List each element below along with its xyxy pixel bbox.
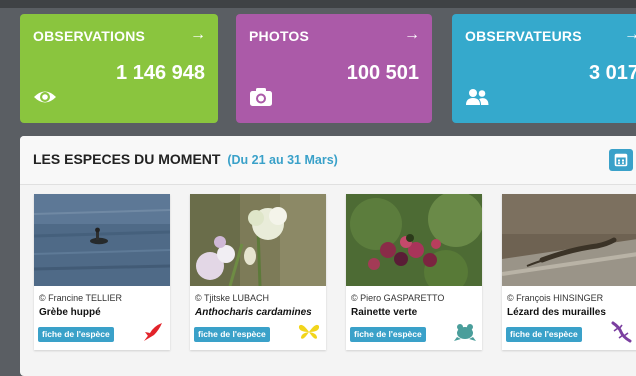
species-name: Grèbe huppé	[39, 307, 101, 318]
species-card[interactable]: © Francine TELLIER Grèbe huppé fiche de …	[34, 194, 170, 350]
panel-header: LES ESPECES DU MOMENT (Du 21 au 31 Mars)	[20, 136, 636, 185]
species-sheet-button[interactable]: fiche de l'espèce	[194, 327, 270, 342]
lizard-icon	[611, 321, 632, 343]
photo-credit: © Tjitske LUBACH	[195, 293, 269, 303]
observers-title: OBSERVATEURS	[465, 28, 582, 44]
species-photo[interactable]	[34, 194, 170, 286]
species-photo[interactable]	[502, 194, 636, 286]
frog-icon	[454, 324, 476, 341]
photo-credit: © Francine TELLIER	[39, 293, 122, 303]
photo-credit: © François HINSINGER	[507, 293, 604, 303]
species-name: Lézard des murailles	[507, 307, 606, 318]
eye-icon	[34, 91, 56, 103]
photos-count: 100 501	[346, 62, 419, 84]
species-name: Anthocharis cardamines	[195, 307, 312, 318]
calendar-icon	[614, 153, 628, 167]
species-photo[interactable]	[346, 194, 482, 286]
species-sheet-button[interactable]: fiche de l'espèce	[38, 327, 114, 342]
panel-title: LES ESPECES DU MOMENT (Du 21 au 31 Mars)	[33, 151, 338, 167]
observations-card[interactable]: OBSERVATIONS → 1 146 948	[20, 14, 218, 123]
users-icon	[466, 89, 489, 105]
arrow-right-icon[interactable]: →	[404, 26, 420, 44]
arrow-right-icon[interactable]: →	[190, 26, 206, 44]
species-sheet-button[interactable]: fiche de l'espèce	[350, 327, 426, 342]
observations-title: OBSERVATIONS	[33, 28, 146, 44]
photos-title: PHOTOS	[249, 28, 310, 44]
top-bar	[0, 0, 636, 8]
camera-icon	[250, 88, 272, 106]
photos-card[interactable]: PHOTOS → 100 501	[236, 14, 432, 123]
observers-count: 3 017	[588, 62, 636, 84]
arrow-right-icon[interactable]: →	[624, 26, 636, 44]
panel-date-range: (Du 21 au 31 Mars)	[227, 153, 338, 167]
observations-count: 1 146 948	[116, 62, 205, 84]
bird-icon	[144, 323, 162, 341]
species-photo[interactable]	[190, 194, 326, 286]
photo-credit: © Piero GASPARETTO	[351, 293, 445, 303]
species-card[interactable]: © Piero GASPARETTO Rainette verte fiche …	[346, 194, 482, 350]
species-sheet-button[interactable]: fiche de l'espèce	[506, 327, 582, 342]
observers-card[interactable]: OBSERVATEURS → 3 017	[452, 14, 636, 123]
panel-title-text: LES ESPECES DU MOMENT	[33, 151, 221, 167]
species-card[interactable]: © Tjitske LUBACH Anthocharis cardamines …	[190, 194, 326, 350]
species-name: Rainette verte	[351, 307, 418, 318]
butterfly-icon	[298, 324, 320, 339]
species-panel: LES ESPECES DU MOMENT (Du 21 au 31 Mars)	[20, 136, 636, 376]
calendar-button[interactable]	[609, 149, 633, 171]
species-card[interactable]: © François HINSINGER Lézard des muraille…	[502, 194, 636, 350]
